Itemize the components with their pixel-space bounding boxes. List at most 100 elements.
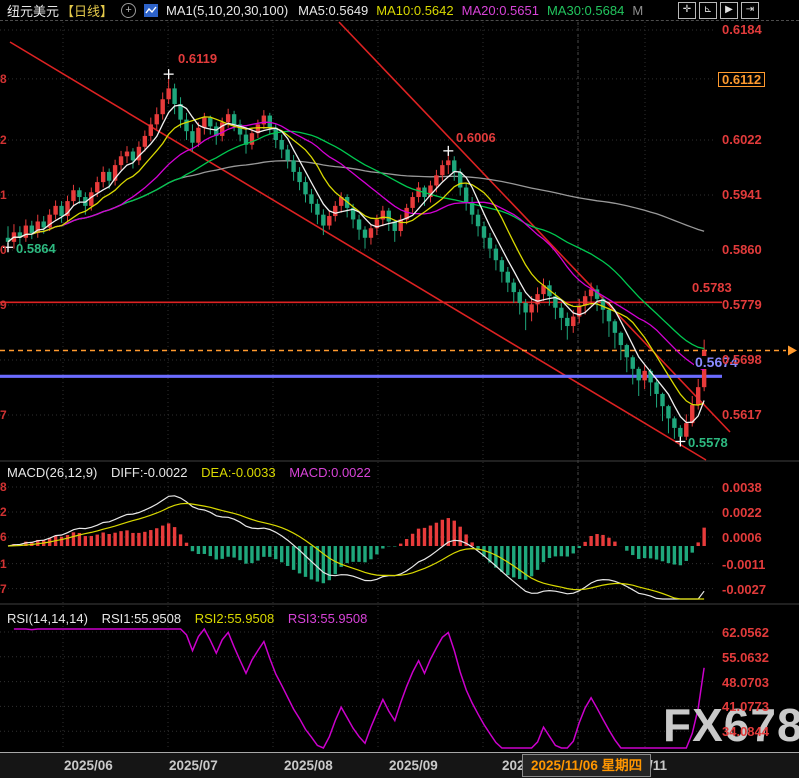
candle-body [529, 304, 533, 312]
candle-body [333, 206, 337, 216]
rsi-title: RSI(14,14,14) [7, 611, 88, 626]
macd-dea-line [8, 503, 704, 599]
price-axis-label: 0.6184 [722, 23, 762, 36]
trading-chart-app: 纽元美元 【日线】 + MA1(5,10,20,30,100) MA5:0.56… [0, 0, 799, 778]
price-axis-left-digit: 1 [0, 189, 7, 201]
price-line-arrow-icon [788, 345, 797, 355]
candle-body [607, 310, 611, 322]
macd-axis-left-digit: 7 [0, 583, 7, 595]
candle-body [410, 197, 414, 208]
time-label-month: 2025/08 [284, 758, 333, 773]
candle-body [285, 150, 289, 161]
candle-body [571, 317, 575, 327]
candle-body [161, 99, 165, 114]
ma-settings-label: MA1(5,10,20,30,100) [166, 3, 288, 18]
ma10-value: MA10:0.5642 [376, 3, 453, 18]
candle-body [77, 190, 81, 197]
price-axis-left-digit: 7 [0, 409, 7, 421]
current-date-box: 2025/11/06 星期四 [522, 754, 651, 777]
rsi-axis-label: 48.0703 [722, 676, 769, 689]
rsi-axis-label: 34.0844 [722, 725, 769, 738]
time-label-month: 2025/06 [64, 758, 113, 773]
candle-body [363, 230, 367, 238]
candle-body [166, 88, 170, 99]
candle-body [226, 114, 230, 122]
candle-body [589, 289, 593, 296]
candle-body [535, 294, 539, 304]
candle-body [24, 226, 28, 238]
candle-body [678, 428, 682, 437]
candle-body [119, 156, 123, 165]
candle-body [672, 418, 676, 428]
rsi3-value: RSI3:55.9508 [288, 611, 368, 626]
candle-body [280, 140, 284, 150]
ma5-value: MA5:0.5649 [298, 3, 368, 18]
pan-right-tool-icon[interactable]: ⇥ [741, 2, 759, 19]
candle-body [250, 133, 254, 145]
candle-body [303, 182, 307, 194]
macd-axis-label: 0.0038 [722, 481, 762, 494]
period-label: 【日线】 [61, 1, 113, 20]
rsi-axis-label: 41.0773 [722, 700, 769, 713]
candle-body [494, 249, 498, 261]
candle-body [297, 172, 301, 182]
candle-body [488, 238, 492, 249]
macd-header: MACD(26,12,9) DIFF:-0.0022 DEA:-0.0033 M… [7, 465, 381, 480]
price-axis-label: 0.5941 [722, 188, 762, 201]
price-axis-label: 0.5698 [722, 353, 762, 366]
candle-body [369, 228, 373, 238]
macd-diff-value: DIFF:-0.0022 [111, 465, 188, 480]
high-label-sept: 0.6006 [456, 131, 496, 144]
candle-body [149, 124, 153, 136]
price-axis-label: 0.6022 [722, 133, 762, 146]
candle-body [523, 303, 527, 313]
axis-play-tool-icon[interactable]: ▶ [720, 2, 738, 19]
macd-axis-left-digit: 2 [0, 506, 7, 518]
rsi1-value: RSI1:55.9508 [102, 611, 182, 626]
candle-body [125, 152, 129, 157]
candle-body [42, 221, 46, 227]
candle-body [95, 182, 99, 192]
candle-body [446, 160, 450, 165]
candle-body [131, 152, 135, 161]
candle-body [202, 118, 206, 128]
macd-axis-label: 0.0022 [722, 506, 762, 519]
candle-body [387, 211, 391, 222]
candle-body [357, 219, 361, 229]
candle-body [434, 175, 438, 185]
candle-body [666, 406, 670, 418]
move-tool-icon[interactable]: ✛ [678, 2, 696, 19]
candle-body [327, 216, 331, 226]
price-axis-left-digit: 8 [0, 73, 7, 85]
ma30-value: MA30:0.5684 [547, 3, 624, 18]
candle-body [619, 333, 623, 345]
time-label-month: 2025/09 [389, 758, 438, 773]
candle-body [660, 394, 664, 406]
price-axis-left-digit: 0 [0, 244, 7, 256]
candle-body [291, 160, 295, 172]
axis-scale-tool-icon[interactable]: ⊾ [699, 2, 717, 19]
price-axis-left-digit: 9 [0, 299, 7, 311]
circle-plus-icon[interactable]: + [121, 3, 136, 18]
candle-body [452, 160, 456, 172]
chart-type-icon[interactable] [144, 4, 158, 17]
ma20-value: MA20:0.5651 [462, 3, 539, 18]
candle-body [506, 272, 510, 283]
candle-body [101, 172, 105, 182]
candle-body [440, 165, 444, 175]
candle-body [53, 206, 57, 215]
candle-body [464, 188, 468, 203]
candle-body [696, 387, 700, 405]
macd-diff-line [8, 496, 704, 599]
candle-body [196, 128, 200, 143]
candle-body [613, 321, 617, 333]
macd-axis-left-digit: 1 [0, 558, 7, 570]
candle-body [637, 369, 641, 381]
chart-canvas[interactable] [0, 0, 799, 778]
candle-body [59, 206, 63, 216]
price-axis-label: 0.6112 [718, 72, 765, 87]
m-label: M [632, 3, 643, 18]
macd-axis-label: 0.0006 [722, 531, 762, 544]
candle-body [268, 116, 272, 128]
high-label-july: 0.6119 [178, 52, 217, 65]
